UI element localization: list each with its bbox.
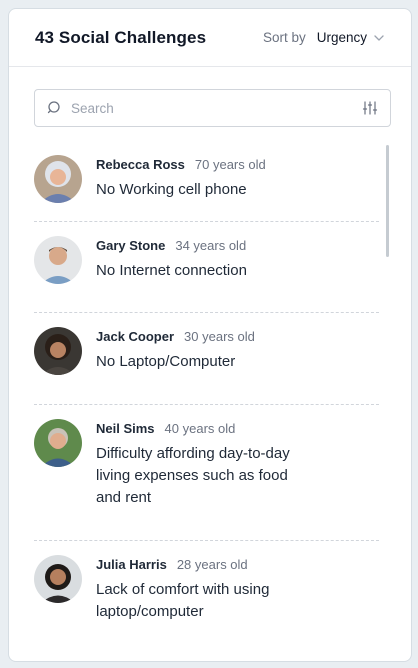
challenge-text: No Internet connection (96, 262, 247, 279)
sort-value[interactable]: Urgency (317, 30, 367, 45)
chevron-down-icon[interactable] (373, 32, 385, 44)
avatar (34, 327, 82, 375)
item-info: Neil Sims 40 years old Difficulty afford… (96, 417, 384, 509)
avatar (34, 155, 82, 203)
list-item[interactable]: Neil Sims 40 years old Difficulty afford… (34, 405, 384, 540)
name-row: Rebecca Ross 70 years old (96, 157, 384, 172)
name-row: Gary Stone 34 years old (96, 238, 384, 253)
item-info: Rebecca Ross 70 years old No Working cel… (96, 153, 384, 201)
card-header: 43 Social Challenges Sort by Urgency (9, 9, 411, 67)
person-age: 34 years old (175, 238, 247, 253)
person-name: Jack Cooper (96, 329, 175, 344)
avatar (34, 419, 82, 467)
search-input[interactable] (71, 100, 341, 116)
person-age: 28 years old (176, 557, 248, 572)
person-name: Rebecca Ross (96, 157, 185, 172)
person-name: Neil Sims (96, 421, 155, 436)
avatar (34, 555, 82, 603)
list-item[interactable]: Rebecca Ross 70 years old No Working cel… (34, 141, 384, 221)
challenge-list: Rebecca Ross 70 years old No Working cel… (34, 141, 384, 641)
name-row: Julia Harris 28 years old (96, 557, 384, 572)
avatar (34, 236, 82, 284)
item-info: Julia Harris 28 years old Lack of comfor… (96, 553, 384, 623)
search-icon (47, 101, 60, 114)
item-info: Jack Cooper 30 years old No Laptop/Compu… (96, 325, 384, 373)
list-item[interactable]: Gary Stone 34 years old No Internet conn… (34, 222, 384, 312)
name-row: Jack Cooper 30 years old (96, 329, 384, 344)
challenge-text: Lack of comfort with using laptop/comput… (96, 581, 270, 620)
person-age: 70 years old (194, 157, 266, 172)
challenge-text: No Working cell phone (96, 181, 247, 198)
social-challenges-card: 43 Social Challenges Sort by Urgency Sea… (8, 8, 412, 662)
item-info: Gary Stone 34 years old No Internet conn… (96, 234, 384, 282)
list-item[interactable]: Julia Harris 28 years old Lack of comfor… (34, 541, 384, 641)
page-title: 43 Social Challenges (35, 27, 207, 47)
search-box[interactable] (34, 89, 391, 127)
sliders-icon[interactable] (362, 100, 378, 116)
name-row: Neil Sims 40 years old (96, 421, 384, 436)
person-name: Gary Stone (96, 238, 166, 253)
sort-by-label: Sort by (262, 30, 306, 45)
challenge-text: Difficulty affording day-to-day living e… (96, 445, 290, 506)
list-item[interactable]: Jack Cooper 30 years old No Laptop/Compu… (34, 313, 384, 404)
person-age: 40 years old (164, 421, 236, 436)
person-age: 30 years old (184, 329, 255, 344)
person-name: Julia Harris (96, 557, 167, 572)
challenge-text: No Laptop/Computer (96, 353, 236, 370)
scrollbar[interactable] (386, 145, 389, 257)
sort-dropdown[interactable]: Sort by Urgency (263, 30, 385, 45)
